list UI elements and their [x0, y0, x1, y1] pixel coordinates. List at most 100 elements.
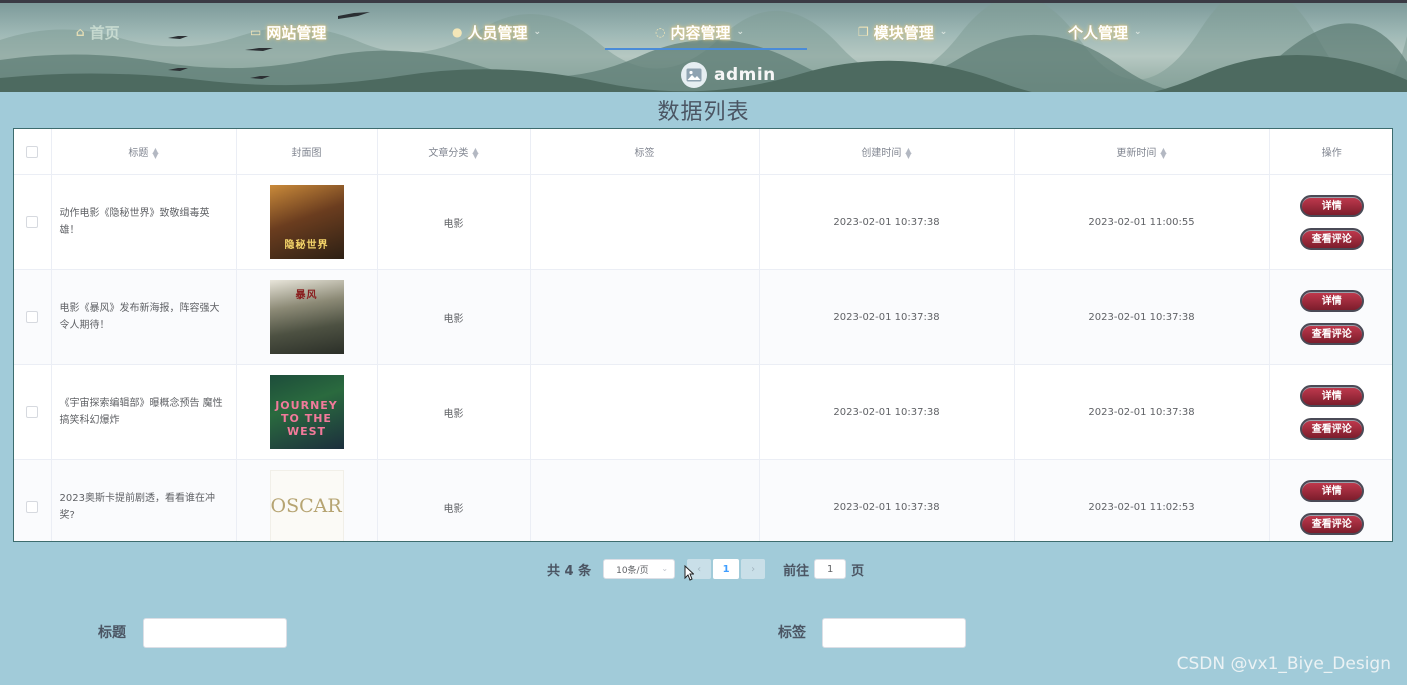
active-nav-indicator [605, 48, 807, 50]
chevron-left-icon: ‹ [697, 563, 702, 575]
copy-icon: ❐ [858, 25, 869, 39]
table-header-row: 标题 ▲ ▼ 封面图 文章分类 ▲ ▼ 标签 创建时间 ▲ ▼ 更新时间 ▲ ▼ 操作 [14, 129, 1392, 175]
cover-image: JOURNEY TO THE WEST [269, 375, 344, 449]
row-tags [530, 174, 760, 270]
avatar [681, 62, 707, 88]
column-header-created[interactable]: 创建时间 ▲ ▼ [759, 129, 1015, 175]
user-icon: ● [452, 25, 463, 39]
cover-text: 暴风 [295, 290, 318, 301]
nav-item-home[interactable]: ⌂ 首页 [76, 15, 120, 49]
top-header: ⌂ 首页 ▭ 网站管理 ● 人员管理 ⌄ ◌ 内容管理 ⌄ ❐ 模块管理 ⌄ 个… [0, 0, 1407, 92]
page-number-current[interactable]: 1 [713, 559, 740, 579]
row-tags [530, 459, 760, 541]
watermark: CSDN @vx1_Biye_Design [1176, 654, 1391, 674]
tag-search-input[interactable] [822, 618, 966, 648]
row-created: 2023-02-01 10:37:38 [759, 269, 1015, 365]
goto-page-input[interactable] [814, 559, 847, 579]
detail-button[interactable]: 详情 [1299, 289, 1364, 312]
detail-button[interactable]: 详情 [1299, 384, 1364, 407]
row-updated: 2023-02-01 11:02:53 [1014, 459, 1270, 541]
chat-icon: ◌ [655, 25, 666, 39]
row-actions: 详情 查看评论 [1269, 364, 1392, 460]
sort-icon[interactable]: ▲ ▼ [1160, 147, 1166, 160]
next-page-button[interactable]: › [741, 559, 766, 579]
title-search-input[interactable] [143, 618, 287, 648]
nav-item-users[interactable]: ● 人员管理 ⌄ [452, 15, 541, 49]
column-header-label: 标签 [634, 148, 655, 159]
nav-item-modules[interactable]: ❐ 模块管理 ⌄ [858, 15, 947, 49]
user-profile[interactable]: admin [681, 61, 776, 89]
column-header-title[interactable]: 标题 ▲ ▼ [51, 129, 237, 175]
column-header-label: 标题 [128, 148, 149, 159]
title-search-label: 标题 [98, 625, 126, 641]
column-header-cover: 封面图 [236, 129, 378, 175]
table-row: 《宇宙探索编辑部》曝概念预告 魔性搞笑科幻爆炸 JOURNEY TO THE W… [14, 364, 1392, 460]
main-nav: ⌂ 首页 ▭ 网站管理 ● 人员管理 ⌄ ◌ 内容管理 ⌄ ❐ 模块管理 ⌄ 个… [0, 15, 1407, 49]
row-title: 《宇宙探索编辑部》曝概念预告 魔性搞笑科幻爆炸 [51, 364, 237, 460]
pagination: 共 4 条 10条/页 ⌄ ‹ 1 › 前往 页 [547, 557, 864, 581]
nav-item-label: 模块管理 [873, 23, 934, 42]
sort-icon[interactable]: ▲ ▼ [472, 147, 478, 160]
row-created: 2023-02-01 10:37:38 [759, 364, 1015, 460]
cover-text: 隐秘世界 [284, 240, 329, 251]
cover-image: 隐秘世界 [269, 185, 344, 259]
chevron-down-icon: ⌄ [736, 27, 745, 37]
nav-item-content[interactable]: ◌ 内容管理 ⌄ [655, 15, 744, 49]
row-title: 电影《暴风》发布新海报，阵容强大令人期待！ [51, 269, 237, 365]
sort-icon[interactable]: ▲ ▼ [152, 147, 158, 160]
sort-icon[interactable]: ▲ ▼ [905, 147, 911, 160]
row-title: 动作电影《隐秘世界》致敬缉毒英雄！ [51, 174, 237, 270]
nav-item-personal[interactable]: 个人管理 ⌄ [1068, 15, 1142, 49]
nav-item-label: 首页 [89, 23, 120, 42]
row-actions: 详情 查看评论 [1269, 269, 1392, 365]
view-comments-button[interactable]: 查看评论 [1299, 417, 1364, 440]
goto-suffix: 页 [851, 563, 865, 579]
row-checkbox[interactable] [26, 216, 39, 228]
nav-item-label: 人员管理 [467, 23, 528, 42]
chevron-down-icon: ⌄ [1134, 27, 1142, 37]
column-header-label: 创建时间 [861, 148, 902, 159]
home-icon: ⌂ [76, 25, 85, 39]
column-header-tags: 标签 [530, 129, 760, 175]
detail-button[interactable]: 详情 [1299, 479, 1364, 502]
view-comments-button[interactable]: 查看评论 [1299, 512, 1364, 535]
row-tags [530, 364, 760, 460]
header-select-all [14, 129, 52, 175]
column-header-updated[interactable]: 更新时间 ▲ ▼ [1014, 129, 1270, 175]
detail-button[interactable]: 详情 [1299, 194, 1364, 217]
goto-label: 前往 [783, 563, 810, 579]
row-checkbox[interactable] [26, 311, 39, 323]
row-actions: 详情 查看评论 [1269, 174, 1392, 270]
chevron-down-icon: ⌄ [661, 564, 669, 573]
row-checkbox[interactable] [26, 501, 39, 513]
cover-text: OSCARS [270, 495, 343, 517]
page-size-select[interactable]: 10条/页 ⌄ [603, 559, 676, 579]
view-comments-button[interactable]: 查看评论 [1299, 227, 1364, 250]
nav-item-label: 网站管理 [266, 23, 327, 42]
nav-item-site[interactable]: ▭ 网站管理 [250, 15, 326, 49]
tag-search-label: 标签 [778, 625, 806, 641]
row-updated: 2023-02-01 11:00:55 [1014, 174, 1270, 270]
nav-item-label: 个人管理 [1068, 23, 1129, 42]
user-name: admin [714, 65, 776, 85]
row-title: 2023奥斯卡提前剧透，看看谁在冲奖? [51, 459, 237, 541]
column-header-category[interactable]: 文章分类 ▲ ▼ [377, 129, 531, 175]
pagination-total: 共 4 条 [547, 563, 592, 579]
column-header-label: 文章分类 [428, 148, 469, 159]
column-header-label: 更新时间 [1116, 148, 1157, 159]
select-all-checkbox[interactable] [26, 145, 39, 158]
row-checkbox[interactable] [26, 406, 39, 418]
row-category: 电影 [377, 364, 531, 460]
page-size-value: 10条/页 [616, 565, 649, 576]
view-comments-button[interactable]: 查看评论 [1299, 322, 1364, 345]
image-icon [686, 68, 702, 82]
cover-text: JOURNEY TO THE WEST [275, 399, 338, 438]
monitor-icon: ▭ [250, 25, 262, 39]
nav-item-label: 内容管理 [670, 23, 731, 42]
row-actions: 详情 查看评论 [1269, 459, 1392, 541]
chevron-right-icon: › [751, 563, 756, 575]
data-table: 标题 ▲ ▼ 封面图 文章分类 ▲ ▼ 标签 创建时间 ▲ ▼ 更新时间 ▲ ▼ 操作 动作电影… [13, 128, 1393, 542]
row-category: 电影 [377, 174, 531, 270]
row-created: 2023-02-01 10:37:38 [759, 459, 1015, 541]
row-updated: 2023-02-01 10:37:38 [1014, 364, 1270, 460]
